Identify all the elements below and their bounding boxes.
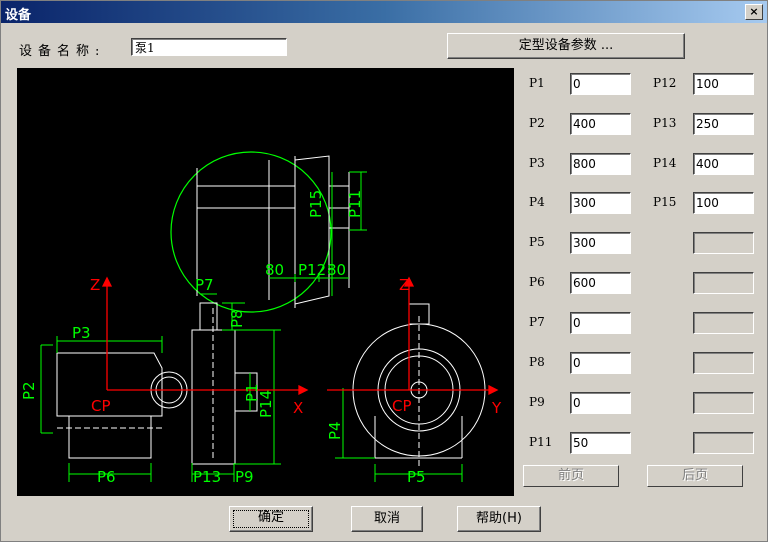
param-input-p14[interactable]: 400 xyxy=(693,153,754,175)
equipment-drawing-canvas: 80 P12 80 P15 P11 P3 P2 P6 P7 P8 P1 P14 … xyxy=(17,68,514,496)
dim-label-p13: P13 xyxy=(193,468,221,486)
help-button[interactable]: 帮助(H) xyxy=(457,506,541,532)
dim-label-p11: P11 xyxy=(346,190,364,218)
equipment-name-input[interactable]: 泵1 xyxy=(131,38,287,56)
param-input-p9[interactable]: 0 xyxy=(570,392,631,414)
param-label-p9: P9 xyxy=(529,395,545,409)
pump-diagram: 80 P12 80 P15 P11 P3 P2 P6 P7 P8 P1 P14 … xyxy=(20,151,502,486)
param-label-p15: P15 xyxy=(653,195,677,209)
param-label-p14: P14 xyxy=(653,156,677,170)
param-input-empty-3 xyxy=(693,312,754,334)
dim-label-p14: P14 xyxy=(257,390,275,418)
param-label-p1: P1 xyxy=(529,76,545,90)
dim-label-p2: P2 xyxy=(20,381,38,400)
param-input-p6[interactable]: 600 xyxy=(570,272,631,294)
equipment-name-label: 设备名称: xyxy=(19,44,106,59)
axis-label-z-side: Z xyxy=(399,276,409,294)
dim-label-p5: P5 xyxy=(407,468,426,486)
ok-focus-ring xyxy=(233,510,309,528)
define-equipment-params-button[interactable]: 定型设备参数 ... xyxy=(447,33,685,59)
dim-label-p7: P7 xyxy=(195,276,214,294)
side-view-geometry xyxy=(352,303,486,468)
param-label-p13: P13 xyxy=(653,116,677,130)
param-label-p12: P12 xyxy=(653,76,677,90)
param-input-p8[interactable]: 0 xyxy=(570,352,631,374)
param-input-p13[interactable]: 250 xyxy=(693,113,754,135)
param-label-p4: P4 xyxy=(529,195,545,209)
prev-page-button[interactable]: 前页 xyxy=(523,465,619,487)
param-input-p12[interactable]: 100 xyxy=(693,73,754,95)
param-input-empty-6 xyxy=(693,432,754,454)
front-view-axes xyxy=(101,276,309,396)
param-input-empty-4 xyxy=(693,352,754,374)
title-bar[interactable]: 设备 × xyxy=(1,1,767,23)
close-button[interactable]: × xyxy=(745,4,763,20)
param-input-p3[interactable]: 800 xyxy=(570,153,631,175)
axis-label-y: Y xyxy=(491,399,502,417)
cp-label-front: CP xyxy=(91,397,111,415)
param-input-p4[interactable]: 300 xyxy=(570,192,631,214)
param-label-p2: P2 xyxy=(529,116,545,130)
cp-label-side: CP xyxy=(392,397,412,415)
next-page-button[interactable]: 后页 xyxy=(647,465,743,487)
param-input-empty-1 xyxy=(693,232,754,254)
param-label-p11: P11 xyxy=(529,435,553,449)
dim-label-p12: P12 xyxy=(298,261,326,279)
dim-label-80a: 80 xyxy=(265,261,284,279)
param-label-p3: P3 xyxy=(529,156,545,170)
param-label-p7: P7 xyxy=(529,315,545,329)
dim-label-p3: P3 xyxy=(72,324,91,342)
dim-label-80b: 80 xyxy=(327,261,346,279)
equipment-dialog: 设备 × 设备名称: 泵1 定型设备参数 ... 80 P12 80 P15 P… xyxy=(0,0,768,542)
param-input-p5[interactable]: 300 xyxy=(570,232,631,254)
side-view-axes xyxy=(327,276,499,396)
param-input-p15[interactable]: 100 xyxy=(693,192,754,214)
dim-label-p9: P9 xyxy=(235,468,254,486)
ok-button[interactable]: 确定 xyxy=(229,506,313,532)
param-label-p8: P8 xyxy=(529,355,545,369)
detail-geometry xyxy=(196,155,350,308)
cancel-button[interactable]: 取消 xyxy=(351,506,423,532)
dim-label-p4: P4 xyxy=(326,421,344,440)
param-input-p1[interactable]: 0 xyxy=(570,73,631,95)
param-input-empty-2 xyxy=(693,272,754,294)
param-input-empty-5 xyxy=(693,392,754,414)
param-label-p6: P6 xyxy=(529,275,545,289)
axis-label-z-front: Z xyxy=(90,276,100,294)
dim-label-p6: P6 xyxy=(97,468,116,486)
dim-label-p15: P15 xyxy=(307,190,325,218)
param-input-p11[interactable]: 50 xyxy=(570,432,631,454)
dim-label-p8: P8 xyxy=(228,309,246,328)
param-input-p7[interactable]: 0 xyxy=(570,312,631,334)
param-input-p2[interactable]: 400 xyxy=(570,113,631,135)
param-label-p5: P5 xyxy=(529,235,545,249)
axis-label-x: X xyxy=(293,399,303,417)
window-title: 设备 xyxy=(5,7,32,22)
